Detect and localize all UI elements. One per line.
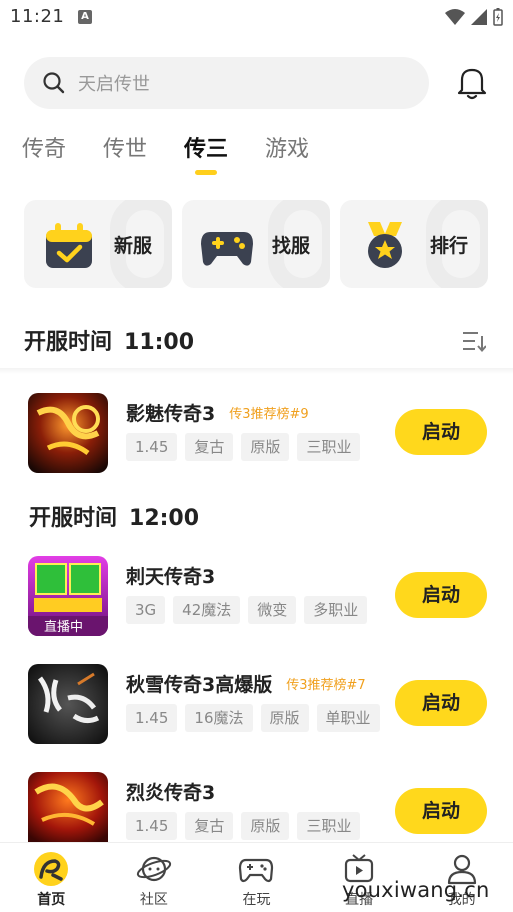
nav-playing-label: 在玩 <box>242 892 271 908</box>
game-thumbnail[interactable] <box>28 772 108 842</box>
game-row[interactable]: 直播中 刺天传奇3 3G 42魔法 微变 多职业 启动 <box>28 556 488 636</box>
ranking-card[interactable]: 排行 <box>340 200 488 288</box>
find-server-card[interactable]: 找服 <box>182 200 330 288</box>
tag: 多职业 <box>304 596 368 624</box>
new-server-card[interactable]: 新服 <box>24 200 172 288</box>
live-badge: 直播中 <box>44 620 84 635</box>
search-placeholder: 天启传世 <box>78 74 150 95</box>
nav-playing[interactable]: 在玩 <box>205 843 308 912</box>
tag: 复古 <box>185 812 234 840</box>
game-name: 烈炎传奇3 <box>126 782 216 804</box>
game-row[interactable]: 秋雪传奇3高爆版 传3推荐榜#7 1.45 16魔法 原版 单职业 启动 <box>28 664 488 744</box>
game-thumbnail[interactable] <box>28 664 108 744</box>
tab-chuanshi[interactable]: 传世 <box>103 132 147 176</box>
signal-icon <box>471 9 487 25</box>
tag: 1.45 <box>126 433 178 461</box>
tag: 微变 <box>248 596 297 624</box>
wifi-icon <box>445 9 465 25</box>
game-tags: 1.45 复古 原版 三职业 <box>126 433 361 461</box>
calendar-check-icon <box>46 223 92 268</box>
game-tags: 3G 42魔法 微变 多职业 <box>126 596 368 624</box>
tag: 1.45 <box>126 704 178 732</box>
tag: 3G <box>126 596 166 624</box>
open-time-header-2: 开服时间 12:00 <box>29 506 200 531</box>
find-server-label: 找服 <box>272 235 311 257</box>
bell-icon[interactable] <box>456 66 488 100</box>
game-tags: 1.45 16魔法 原版 单职业 <box>126 704 380 732</box>
watermark-text: youxiwang.cn <box>342 878 490 902</box>
tab-chuanqi[interactable]: 传奇 <box>22 132 66 176</box>
battery-icon <box>493 8 503 26</box>
gamepad-nav-icon <box>239 858 274 883</box>
nav-home-label: 首页 <box>37 892 66 908</box>
open-time-value: 11:00 <box>124 330 195 355</box>
ranking-label: 排行 <box>430 235 469 257</box>
tag: 单职业 <box>316 704 380 732</box>
open-time-header: 开服时间 11:00 <box>24 330 195 355</box>
game-name: 刺天传奇3 <box>126 566 216 588</box>
home-logo-icon <box>34 852 69 886</box>
quick-cards: 新服 找服 排行 <box>24 200 488 288</box>
tab-chuansan[interactable]: 传三 <box>184 132 228 176</box>
tag: 三职业 <box>297 812 361 840</box>
launch-button[interactable]: 启动 <box>395 680 487 726</box>
tag: 42魔法 <box>173 596 241 624</box>
rank-badge: 传3推荐榜#7 <box>286 678 366 693</box>
status-time: 11:21 <box>10 6 65 27</box>
game-row[interactable]: 影魅传奇3 传3推荐榜#9 1.45 复古 原版 三职业 启动 <box>28 393 488 473</box>
notification-a-icon: A <box>78 10 92 24</box>
nav-home[interactable]: 首页 <box>0 843 103 912</box>
game-thumbnail[interactable] <box>28 393 108 473</box>
tag: 原版 <box>241 433 290 461</box>
tag: 16魔法 <box>185 704 253 732</box>
planet-icon <box>136 856 171 882</box>
game-name: 影魅传奇3 <box>126 403 216 425</box>
gamepad-icon <box>201 232 253 266</box>
game-name: 秋雪传奇3高爆版 <box>126 674 273 696</box>
launch-button[interactable]: 启动 <box>395 788 487 834</box>
game-tags: 1.45 复古 原版 三职业 <box>126 812 361 840</box>
launch-button[interactable]: 启动 <box>395 572 487 618</box>
nav-community[interactable]: 社区 <box>103 843 206 912</box>
nav-community-label: 社区 <box>139 892 168 908</box>
search-bar[interactable]: 天启传世 <box>24 57 429 109</box>
new-server-label: 新服 <box>114 235 153 257</box>
divider <box>0 368 513 374</box>
medal-icon <box>368 222 402 268</box>
status-bar: 11:21 A <box>0 0 513 36</box>
tag: 1.45 <box>126 812 178 840</box>
category-tabs: 传奇 传世 传三 游戏 <box>22 132 346 176</box>
search-icon <box>43 72 65 94</box>
tag: 原版 <box>260 704 309 732</box>
game-thumbnail[interactable]: 直播中 <box>28 556 108 636</box>
tag: 三职业 <box>297 433 361 461</box>
tag: 复古 <box>185 433 234 461</box>
rank-badge: 传3推荐榜#9 <box>229 407 309 422</box>
tag: 原版 <box>241 812 290 840</box>
game-row[interactable]: 烈炎传奇3 1.45 复古 原版 三职业 启动 <box>28 772 488 852</box>
sort-icon[interactable] <box>462 330 486 352</box>
tab-youxi[interactable]: 游戏 <box>265 132 309 176</box>
open-time-value-2: 12:00 <box>129 506 200 531</box>
launch-button[interactable]: 启动 <box>395 409 487 455</box>
